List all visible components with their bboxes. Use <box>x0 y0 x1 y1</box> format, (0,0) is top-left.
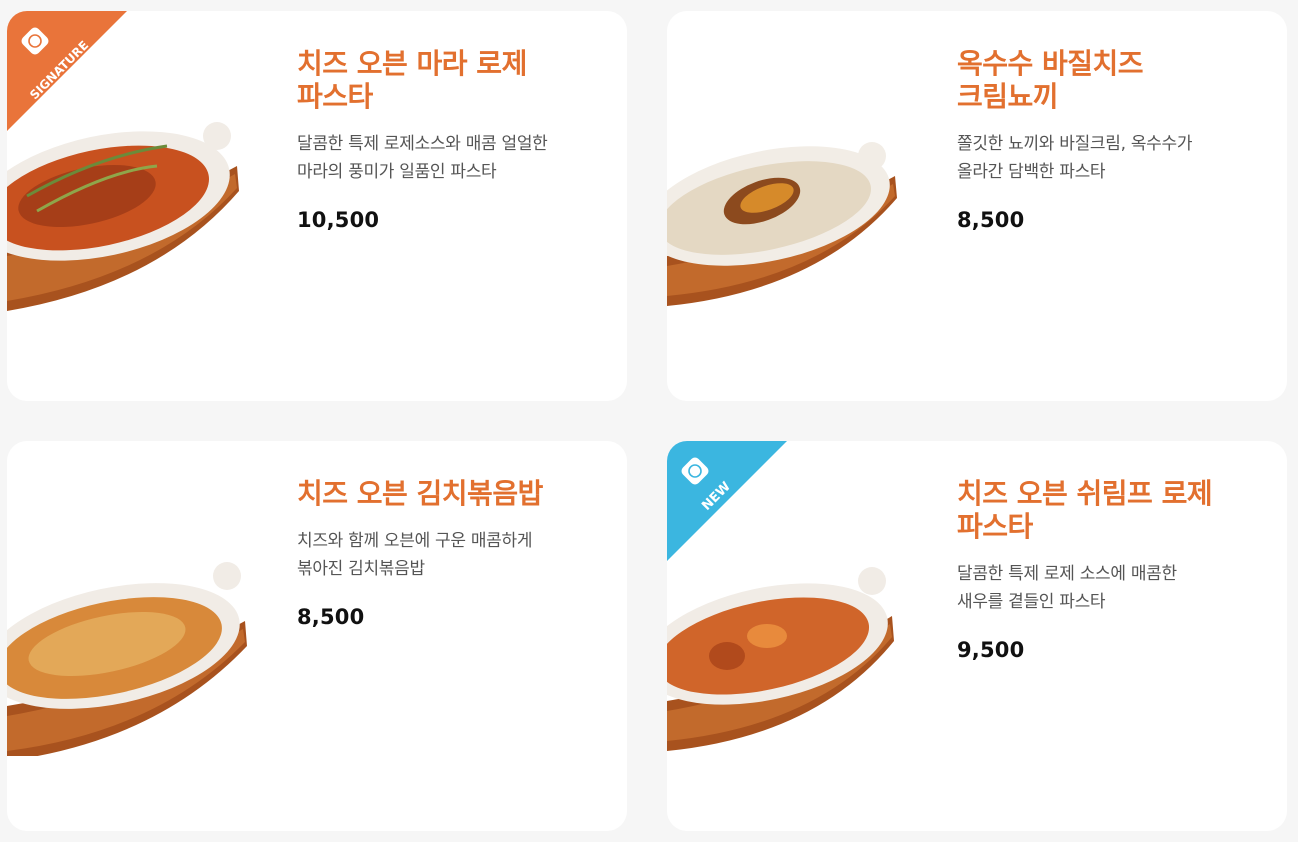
menu-title: 치즈 오븐 김치볶음밥 <box>297 477 543 510</box>
menu-price: 8,500 <box>297 605 365 629</box>
menu-title: 치즈 오븐 마라 로제 파스타 <box>297 47 527 113</box>
menu-card-shrimp-rose-pasta[interactable]: NEW 치즈 오븐 쉬림프 로제 파스타 달콤한 특제 로제 소스에 매콤한 새… <box>667 441 1287 831</box>
new-badge: NEW <box>667 441 787 561</box>
menu-title: 옥수수 바질치즈 크림뇨끼 <box>957 47 1144 113</box>
signature-badge: SIGNATURE <box>7 11 127 131</box>
menu-price: 8,500 <box>957 208 1025 232</box>
badge-ribbon <box>667 441 787 561</box>
menu-card-corn-basil-gnocchi[interactable]: 옥수수 바질치즈 크림뇨끼 쫄깃한 뇨끼와 바질크림, 옥수수가 올라간 담백한… <box>667 11 1287 401</box>
food-image <box>667 536 917 756</box>
menu-description: 쫄깃한 뇨끼와 바질크림, 옥수수가 올라간 담백한 파스타 <box>957 134 1193 182</box>
food-image <box>7 536 257 756</box>
food-image <box>667 106 917 326</box>
menu-description: 달콤한 특제 로제소스와 매콤 얼얼한 마라의 풍미가 일품인 파스타 <box>297 134 548 182</box>
food-image <box>7 106 257 326</box>
menu-title: 치즈 오븐 쉬림프 로제 파스타 <box>957 477 1213 543</box>
menu-card-mala-rose-pasta[interactable]: SIGNATURE 치즈 오븐 마라 로제 파스타 달콤한 특제 로제소스와 매… <box>7 11 627 401</box>
menu-description: 달콤한 특제 로제 소스에 매콤한 새우를 곁들인 파스타 <box>957 564 1177 612</box>
menu-price: 10,500 <box>297 208 380 232</box>
menu-price: 9,500 <box>957 638 1025 662</box>
menu-description: 치즈와 함께 오븐에 구운 매콤하게 볶아진 김치볶음밥 <box>297 531 533 579</box>
menu-card-kimchi-fried-rice[interactable]: 치즈 오븐 김치볶음밥 치즈와 함께 오븐에 구운 매콤하게 볶아진 김치볶음밥… <box>7 441 627 831</box>
